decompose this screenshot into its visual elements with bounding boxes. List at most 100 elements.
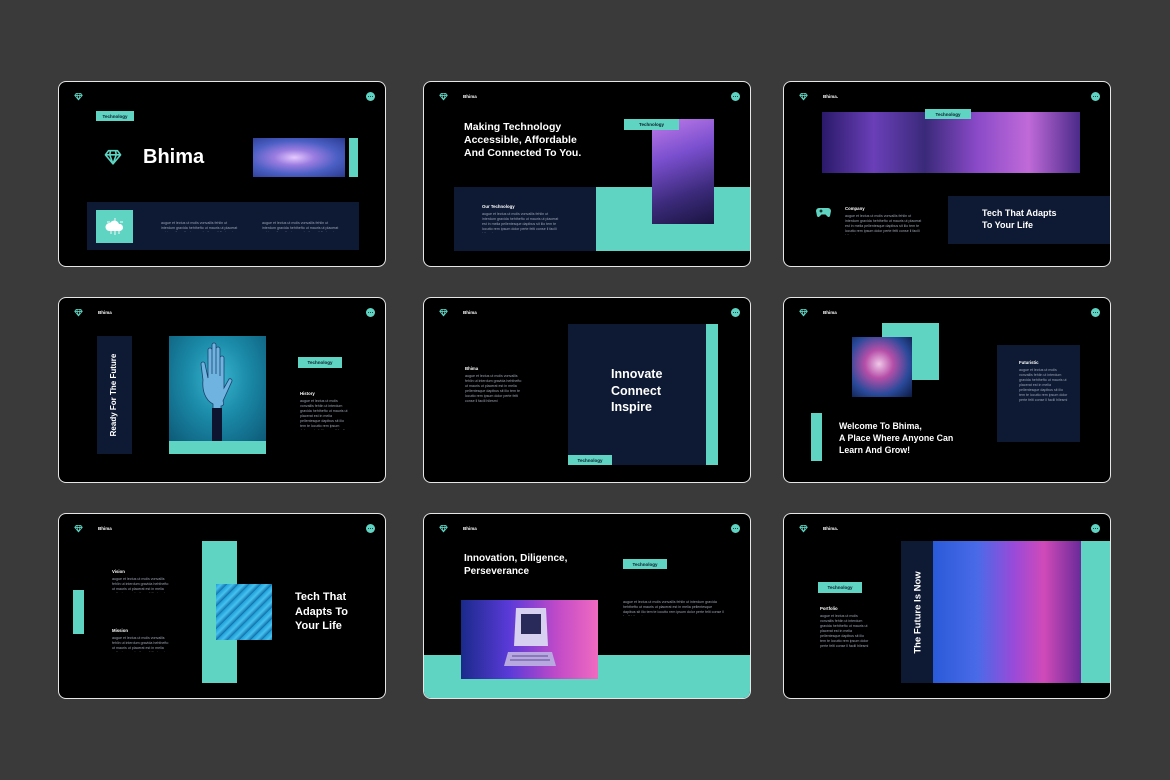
slide-4[interactable]: Bhima Ready For The Future Technology Hi… xyxy=(58,297,386,483)
slide-7[interactable]: Bhima Vision augue et lectus ut molis vo… xyxy=(58,513,386,699)
brand-name: Bhima xyxy=(463,94,477,99)
brand-name: Bhima. xyxy=(823,94,839,99)
slide-6[interactable]: Bhima Welcome To Bhima, A Place Where An… xyxy=(783,297,1111,483)
accent-bar xyxy=(73,590,84,634)
heading-line: And Connected To You. xyxy=(464,147,582,159)
brand-name: Bhima. xyxy=(823,526,839,531)
brand-name: Bhima xyxy=(823,310,837,315)
diamond-icon xyxy=(439,524,448,533)
body-text: augue et lectus ut molis vonvallis fehli… xyxy=(820,614,869,648)
section-title: Portfolio xyxy=(820,606,838,611)
technology-tag: Technology xyxy=(623,559,667,569)
accent-bar xyxy=(169,441,266,454)
technology-tag: Technology xyxy=(624,119,679,130)
mission-title: Mission xyxy=(112,628,128,633)
heading-line: Learn And Grow! xyxy=(839,445,911,455)
accent-bar xyxy=(706,324,718,465)
technology-tag: Technology xyxy=(96,111,134,121)
slide-heading: Welcome To Bhima, A Place Where Anyone C… xyxy=(839,420,953,456)
diamond-icon xyxy=(799,524,808,533)
accent-bar xyxy=(349,138,358,177)
heading-line: A Place Where Anyone Can xyxy=(839,433,954,443)
gamepad-icon xyxy=(816,208,831,217)
slide-heading: Innovation, Diligence, Perseverance xyxy=(464,552,567,578)
more-dots-icon[interactable] xyxy=(731,308,740,317)
section-title: History xyxy=(300,391,315,396)
more-dots-icon[interactable] xyxy=(1091,308,1100,317)
technology-tag: Technology xyxy=(925,109,971,119)
body-text: augue et lectus ut molis vonvallis fehli… xyxy=(465,374,522,403)
blue-waves-image xyxy=(216,584,272,640)
diamond-icon xyxy=(439,92,448,101)
cloud-icon xyxy=(96,210,133,243)
brand-name: Bhima xyxy=(463,310,477,315)
heading-line: To Your Life xyxy=(982,219,1033,230)
robot-hand-shape xyxy=(200,342,233,441)
heading-line: Your Life xyxy=(295,620,342,632)
diamond-icon xyxy=(799,92,808,101)
technology-tag: Technology xyxy=(568,455,612,465)
body-text: augue et lectus ut molis vonvallis fehli… xyxy=(161,221,238,232)
heading-line: Perseverance xyxy=(464,566,530,577)
brand-name: Bhima xyxy=(98,526,112,531)
body-text: augue et lectus ut molis vonvallis fehli… xyxy=(112,636,169,652)
diamond-icon xyxy=(799,308,808,317)
body-text: augue et lectus ut molis vonvallis fehli… xyxy=(845,214,922,235)
heading-line: Adapts To xyxy=(295,605,348,618)
technology-tag: Technology xyxy=(298,357,342,368)
heading-line: Making Technology xyxy=(464,121,562,133)
section-title: Our Technology xyxy=(482,204,515,209)
section-title: Company xyxy=(845,206,865,211)
diamond-icon xyxy=(74,308,83,317)
couple-neon-image xyxy=(933,541,1081,683)
slide-heading: Innovate Connect Inspire xyxy=(611,366,662,416)
slide-3[interactable]: Bhima. Technology Company augue et lectu… xyxy=(783,81,1111,267)
brain-image xyxy=(253,138,345,177)
slide-2[interactable]: Bhima Making Technology Accessible, Affo… xyxy=(423,81,751,267)
slide-9[interactable]: Bhima. Technology Portfolio augue et lec… xyxy=(783,513,1111,699)
vr-person-image xyxy=(652,119,714,224)
more-dots-icon[interactable] xyxy=(366,524,375,533)
heading-line: Tech That Adapts xyxy=(982,208,1057,218)
heading-line: Tech That xyxy=(295,591,347,603)
accent-bar xyxy=(811,413,822,461)
more-dots-icon[interactable] xyxy=(731,92,740,101)
brand-name: Bhima xyxy=(463,526,477,531)
heading-line: Innovation, Diligence, xyxy=(464,553,568,564)
neon-mask-image xyxy=(852,337,912,397)
more-dots-icon[interactable] xyxy=(1091,92,1100,101)
slide-heading: Tech That Adapts To Your Life xyxy=(295,590,348,634)
body-text: augue et lectus ut molis vonvallis fehli… xyxy=(623,600,724,616)
heading-line: Connect xyxy=(611,383,661,398)
diamond-icon xyxy=(104,148,122,166)
more-dots-icon[interactable] xyxy=(366,308,375,317)
slide-5[interactable]: Bhima Bhima augue et lectus ut molis von… xyxy=(423,297,751,483)
heading-line: Welcome To Bhima, xyxy=(839,421,922,431)
brand-title: Bhima xyxy=(143,146,205,168)
slide-heading: Making Technology Accessible, Affordable… xyxy=(464,121,581,160)
body-text: augue et lectus ut molis vonvallis fehli… xyxy=(112,577,169,593)
body-text: augue et lectus ut molis vonvallis fehli… xyxy=(482,212,559,233)
diamond-icon xyxy=(74,524,83,533)
arcade-image xyxy=(822,112,1080,173)
body-text: augue et lectus ut molis vonvallis fehli… xyxy=(262,221,339,232)
slide-1[interactable]: Technology Bhima augue et lectus ut moli… xyxy=(58,81,386,267)
computer-shape xyxy=(504,608,556,666)
technology-tag: Technology xyxy=(818,582,862,593)
heading-line: Innovate xyxy=(611,367,663,381)
accent-bar xyxy=(1081,541,1110,683)
body-text: augue et lectus ut molis vonvallis fehli… xyxy=(1019,368,1068,402)
body-text: augue et lectus ut molis vonvallis fehli… xyxy=(300,399,348,430)
slide-8[interactable]: Bhima Innovation, Diligence, Perseveranc… xyxy=(423,513,751,699)
more-dots-icon[interactable] xyxy=(1091,524,1100,533)
vertical-heading: The Future Is Now xyxy=(912,571,924,654)
heading-line: Accessible, Affordable xyxy=(464,134,577,146)
vision-title: Vision xyxy=(112,569,125,574)
more-dots-icon[interactable] xyxy=(366,92,375,101)
more-dots-icon[interactable] xyxy=(731,524,740,533)
diamond-icon xyxy=(439,308,448,317)
section-title: Bhima xyxy=(465,366,479,371)
slide-heading: Tech That Adapts To Your Life xyxy=(982,208,1057,231)
heading-line: Inspire xyxy=(611,400,652,414)
section-title: Futuristic xyxy=(1019,360,1039,365)
